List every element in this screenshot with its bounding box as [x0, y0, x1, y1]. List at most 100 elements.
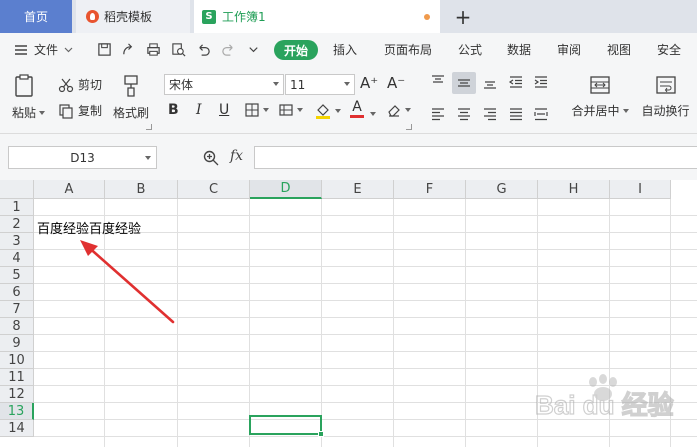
cut-label: 剪切: [78, 78, 103, 92]
fill-handle[interactable]: [318, 431, 324, 437]
align-center-button[interactable]: [454, 104, 474, 124]
paste-label: 粘贴: [12, 106, 37, 120]
customize-dropdown-icon[interactable]: [246, 42, 261, 57]
row-header-7[interactable]: 7: [0, 301, 34, 318]
column-header-e[interactable]: E: [322, 180, 394, 199]
formula-input[interactable]: [254, 146, 697, 169]
print-preview-icon[interactable]: [171, 42, 186, 57]
align-middle-button[interactable]: [452, 72, 476, 94]
menu-page-layout[interactable]: 页面布局: [384, 33, 432, 66]
font-size-select[interactable]: 11: [285, 74, 355, 95]
clipboard-launcher-icon[interactable]: [146, 124, 152, 130]
font-color-button[interactable]: A: [350, 100, 364, 118]
scissors-icon: [58, 78, 74, 92]
align-right-button[interactable]: [480, 104, 500, 124]
menu-bar: 文件 开始 插入 页面布局 公式 数据 审阅 视图 安全: [0, 33, 697, 66]
new-tab-button[interactable]: +: [448, 0, 478, 33]
select-all-corner[interactable]: [0, 180, 34, 199]
zoom-icon[interactable]: [202, 149, 220, 167]
row-header-12[interactable]: 12: [0, 386, 34, 403]
row-header-5[interactable]: 5: [0, 267, 34, 284]
grid-vline: [465, 199, 466, 447]
bold-button[interactable]: B: [168, 102, 179, 118]
align-left-button[interactable]: [428, 104, 448, 124]
align-top-button[interactable]: [428, 72, 448, 92]
baidu-paw-logo: Bai du 经验: [534, 374, 674, 421]
menu-home[interactable]: 开始: [274, 40, 319, 60]
file-menu[interactable]: 文件: [14, 33, 73, 66]
cell-style-button[interactable]: [278, 102, 303, 118]
row-header-3[interactable]: 3: [0, 233, 34, 250]
chevron-down-icon[interactable]: [370, 112, 376, 116]
font-shrink-button[interactable]: A⁻: [387, 74, 405, 92]
tab-workbook[interactable]: S 工作簿1: [194, 0, 440, 33]
tab-template[interactable]: 稻壳模板: [76, 0, 190, 33]
copy-icon: [59, 103, 73, 119]
undo-icon[interactable]: [196, 42, 211, 57]
copy-button[interactable]: 复制: [58, 102, 102, 119]
menu-formulas[interactable]: 公式: [458, 33, 482, 66]
column-header-i[interactable]: I: [610, 180, 671, 199]
italic-button[interactable]: I: [196, 102, 202, 118]
row-header-2[interactable]: 2: [0, 216, 34, 233]
align-left-icon: [432, 108, 444, 121]
chevron-down-icon: [297, 108, 303, 112]
column-header-h[interactable]: H: [538, 180, 610, 199]
font-launcher-icon[interactable]: [406, 124, 412, 130]
fill-color-button[interactable]: [314, 102, 341, 120]
redo-icon[interactable]: [221, 42, 236, 57]
row-header-6[interactable]: 6: [0, 284, 34, 301]
menu-insert[interactable]: 插入: [333, 33, 357, 66]
clear-button[interactable]: [386, 102, 411, 118]
italic-icon: I: [196, 102, 202, 118]
unsaved-dot-icon: [424, 14, 430, 20]
row-header-13[interactable]: 13: [0, 403, 34, 420]
row-header-4[interactable]: 4: [0, 250, 34, 267]
wrap-text-label: 自动换行: [641, 104, 690, 118]
decrease-indent-button[interactable]: [506, 72, 526, 92]
menu-review[interactable]: 审阅: [557, 33, 581, 66]
save-icon[interactable]: [97, 42, 112, 57]
row-header-1[interactable]: 1: [0, 199, 34, 216]
justify-button[interactable]: [506, 104, 526, 124]
column-header-c[interactable]: C: [178, 180, 250, 199]
align-bottom-button[interactable]: [480, 72, 500, 92]
row-header-9[interactable]: 9: [0, 335, 34, 352]
column-header-a[interactable]: A: [34, 180, 105, 199]
increase-indent-button[interactable]: [531, 72, 551, 92]
tab-bar: 首页 稻壳模板 S 工作簿1 +: [0, 0, 697, 33]
print-icon[interactable]: [146, 42, 161, 57]
chevron-down-icon: [622, 108, 629, 113]
font-grow-button[interactable]: A⁺: [360, 74, 378, 92]
selected-cell-d13[interactable]: [249, 415, 322, 435]
column-header-d[interactable]: D: [250, 180, 322, 199]
column-header-f[interactable]: F: [394, 180, 466, 199]
underline-button[interactable]: U: [219, 102, 229, 118]
tab-home[interactable]: 首页: [0, 0, 72, 33]
file-menu-label: 文件: [34, 43, 59, 57]
cut-button[interactable]: 剪切: [58, 76, 102, 93]
row-header-14[interactable]: 14: [0, 420, 34, 437]
column-header-b[interactable]: B: [105, 180, 178, 199]
name-box[interactable]: D13: [8, 146, 157, 169]
export-icon[interactable]: [121, 42, 136, 57]
merge-center-button[interactable]: 合并居中: [570, 74, 630, 130]
column-header-g[interactable]: G: [466, 180, 538, 199]
menu-view[interactable]: 视图: [607, 33, 631, 66]
row-header-10[interactable]: 10: [0, 352, 34, 369]
insert-function-button[interactable]: fx: [230, 148, 243, 164]
row-header-8[interactable]: 8: [0, 318, 34, 335]
row-header-11[interactable]: 11: [0, 369, 34, 386]
copy-label: 复制: [78, 104, 103, 118]
distributed-button[interactable]: [531, 104, 551, 124]
tab-workbook-label: 工作簿1: [222, 10, 266, 24]
menu-data[interactable]: 数据: [507, 33, 531, 66]
menu-security[interactable]: 安全: [657, 33, 681, 66]
font-size-value: 11: [290, 77, 306, 92]
paste-button[interactable]: 粘贴: [12, 74, 52, 130]
font-name-select[interactable]: 宋体: [164, 74, 284, 95]
format-painter-button[interactable]: 格式刷: [110, 74, 152, 130]
borders-button[interactable]: [244, 102, 269, 118]
borders-icon: [245, 103, 259, 117]
wrap-text-button[interactable]: 自动换行: [638, 74, 693, 130]
